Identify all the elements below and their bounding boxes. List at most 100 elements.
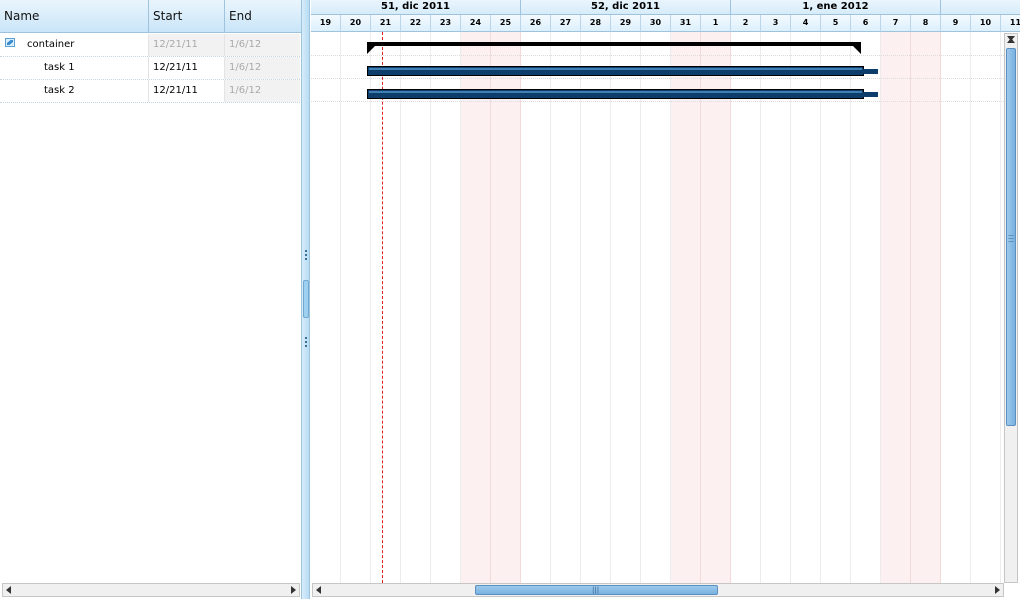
chart-horizontal-scrollbar[interactable]: ||| <box>312 583 1004 597</box>
day-header: 29 <box>611 15 641 32</box>
row-name: task 1 <box>44 62 75 73</box>
day-column <box>821 32 851 583</box>
day-column <box>791 32 821 583</box>
column-header-end-label: End <box>229 9 252 23</box>
week-header: 52, dic 2011 <box>521 0 731 15</box>
weekend-column <box>911 32 941 583</box>
today-line <box>382 32 383 583</box>
day-column <box>401 32 431 583</box>
weekend-column <box>491 32 521 583</box>
column-header-name-label: Name <box>4 9 40 23</box>
day-column <box>971 32 1001 583</box>
day-column <box>431 32 461 583</box>
scroll-down-icon[interactable] <box>1007 36 1015 41</box>
end-cell: 1/6/12 <box>224 80 300 102</box>
day-column <box>641 32 671 583</box>
vertical-scroll-thumb[interactable]: — — — <box>1006 48 1016 426</box>
week-header: 51, dic 2011 <box>311 0 521 15</box>
day-column <box>761 32 791 583</box>
column-header-start-label: Start <box>153 9 183 23</box>
gantt-app: Name Start End container 12/21/11 1/6/12… <box>0 0 1020 599</box>
task-grid: Name Start End container 12/21/11 1/6/12… <box>0 0 302 599</box>
day-header: 20 <box>341 15 371 32</box>
grip-icon <box>305 337 307 349</box>
day-header: 6 <box>851 15 881 32</box>
day-column <box>941 32 971 583</box>
table-row-container[interactable]: container 12/21/11 1/6/12 <box>0 34 300 57</box>
scroll-right-icon[interactable] <box>995 586 1000 594</box>
grip-icon <box>305 250 307 262</box>
day-column <box>731 32 761 583</box>
collapse-arrow-icon[interactable] <box>303 280 309 318</box>
panel-splitter[interactable] <box>301 0 310 599</box>
scroll-right-icon[interactable] <box>291 586 296 594</box>
start-cell: 12/21/11 <box>148 57 224 79</box>
day-header: 22 <box>401 15 431 32</box>
weekend-column <box>461 32 491 583</box>
row-name: task 2 <box>44 85 75 96</box>
day-header: 4 <box>791 15 821 32</box>
summary-start-cap <box>367 46 375 54</box>
start-cell: 12/21/11 <box>148 34 224 56</box>
thumb-grip-icon: ||| <box>592 586 600 594</box>
scroll-left-icon[interactable] <box>316 586 321 594</box>
task-1-bar[interactable] <box>367 66 864 76</box>
weekend-column <box>881 32 911 583</box>
weekend-column <box>701 32 731 583</box>
day-header: 3 <box>761 15 791 32</box>
day-column <box>371 32 401 583</box>
day-header: 30 <box>641 15 671 32</box>
horizontal-scroll-thumb[interactable]: ||| <box>475 585 718 595</box>
day-column <box>551 32 581 583</box>
day-header: 31 <box>671 15 701 32</box>
day-header: 19 <box>311 15 341 32</box>
day-header: 7 <box>881 15 911 32</box>
day-header: 24 <box>461 15 491 32</box>
day-header: 11 <box>1001 15 1020 32</box>
day-header: 2 <box>731 15 761 32</box>
table-row-task-2[interactable]: task 2 12/21/11 1/6/12 <box>0 80 300 103</box>
day-column <box>341 32 371 583</box>
scroll-left-icon[interactable] <box>6 586 11 594</box>
day-header: 21 <box>371 15 401 32</box>
day-header: 1 <box>701 15 731 32</box>
thumb-grip-icon: — — — <box>1008 232 1014 245</box>
name-cell: task 2 <box>0 80 148 102</box>
task-2-bar[interactable] <box>367 89 864 99</box>
weekend-column <box>671 32 701 583</box>
table-row-task-1[interactable]: task 1 12/21/11 1/6/12 <box>0 57 300 80</box>
task-1-bar-extension <box>863 69 878 74</box>
day-header: 5 <box>821 15 851 32</box>
day-column <box>581 32 611 583</box>
row-name: container <box>27 39 75 50</box>
week-header: 2 <box>941 0 1020 15</box>
task-2-bar-extension <box>863 92 878 97</box>
day-column <box>611 32 641 583</box>
day-header: 25 <box>491 15 521 32</box>
day-header: 28 <box>581 15 611 32</box>
gantt-chart: 51, dic 201152, dic 20111, ene 20122 192… <box>311 0 1020 599</box>
column-header-end[interactable]: End <box>225 0 301 33</box>
summary-end-cap <box>853 46 861 54</box>
grid-horizontal-scrollbar[interactable] <box>2 583 300 597</box>
day-header: 9 <box>941 15 971 32</box>
name-cell: task 1 <box>0 57 148 79</box>
day-column <box>521 32 551 583</box>
chart-vertical-scrollbar[interactable]: — — — <box>1004 33 1018 583</box>
column-header-start[interactable]: Start <box>149 0 225 33</box>
start-cell: 12/21/11 <box>148 80 224 102</box>
week-header: 1, ene 2012 <box>731 0 941 15</box>
edit-icon[interactable] <box>5 38 15 47</box>
end-cell: 1/6/12 <box>224 34 300 56</box>
day-header: 27 <box>551 15 581 32</box>
day-column <box>311 32 341 583</box>
end-cell: 1/6/12 <box>224 57 300 79</box>
day-header: 26 <box>521 15 551 32</box>
day-header: 8 <box>911 15 941 32</box>
column-header-name[interactable]: Name <box>0 0 149 33</box>
day-header: 10 <box>971 15 1001 32</box>
day-header: 23 <box>431 15 461 32</box>
day-column <box>851 32 881 583</box>
name-cell: container <box>0 34 148 56</box>
container-summary-bar[interactable] <box>367 42 861 46</box>
